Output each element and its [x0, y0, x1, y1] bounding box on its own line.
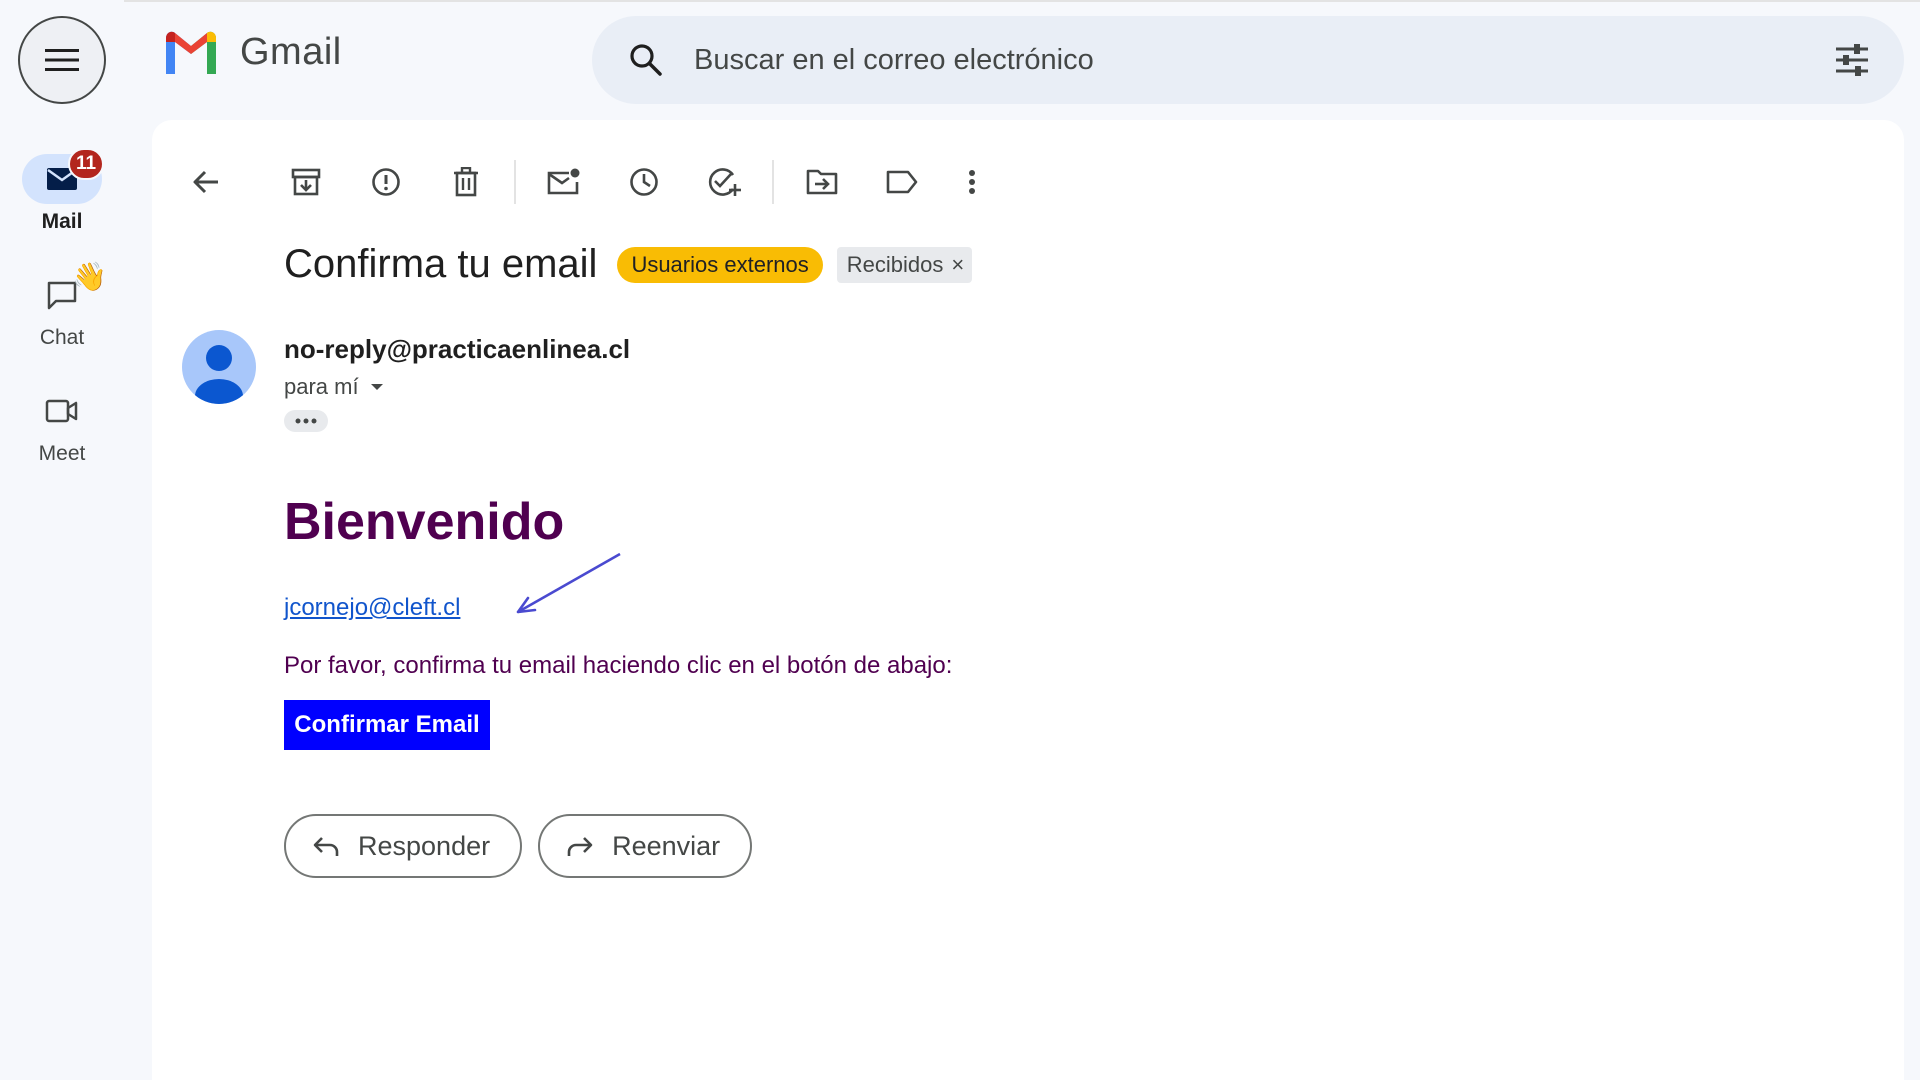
nav-pill-meet — [22, 386, 102, 436]
mark-unread-icon — [547, 168, 580, 195]
move-to-icon — [806, 169, 838, 195]
nav-pill-chat: 👋 — [22, 261, 107, 320]
reply-icon — [313, 837, 339, 856]
more-actions-button[interactable] — [942, 152, 1002, 212]
message-panel: Confirma tu email Usuarios externos Reci… — [152, 120, 1904, 1080]
message-toolbar — [176, 142, 1002, 222]
nav-item-meet[interactable]: Meet — [0, 386, 124, 466]
more-vert-icon — [969, 170, 975, 194]
search-button[interactable] — [614, 28, 678, 92]
archive-icon — [291, 168, 321, 196]
gmail-logo-text: Gmail — [240, 30, 342, 73]
forward-icon — [567, 837, 593, 856]
toolbar-divider — [514, 160, 516, 204]
delete-icon — [454, 167, 478, 197]
nav-label-chat: Chat — [39, 326, 85, 349]
recipient-email-link[interactable]: jcornejo@cleft.cl — [284, 594, 460, 622]
nav-label-meet: Meet — [38, 442, 86, 465]
delete-button[interactable] — [436, 152, 496, 212]
tune-icon — [1836, 44, 1868, 76]
report-spam-icon — [372, 168, 400, 196]
more-horiz-icon — [295, 418, 317, 424]
reply-actions: Responder Reenviar — [284, 814, 753, 878]
forward-label: Reenviar — [612, 830, 721, 861]
search-options-button[interactable] — [1820, 28, 1884, 92]
add-task-icon — [708, 168, 741, 196]
gmail-logo[interactable]: Gmail — [162, 30, 342, 74]
video-icon — [45, 399, 78, 423]
unread-count-badge: 11 — [68, 148, 105, 180]
main-menu-button[interactable] — [18, 16, 106, 104]
search-input[interactable] — [694, 30, 1820, 90]
nav-item-chat[interactable]: 👋 Chat — [0, 261, 124, 350]
back-icon — [193, 170, 218, 194]
label-chip-external-users[interactable]: Usuarios externos — [617, 246, 823, 283]
move-to-button[interactable] — [792, 152, 852, 212]
gmail-m-icon — [166, 31, 216, 74]
top-border — [0, 0, 1920, 2]
report-spam-button[interactable] — [356, 152, 416, 212]
nav-label-mail: Mail — [41, 210, 83, 233]
label-icon — [886, 170, 918, 194]
confirm-email-button[interactable]: Confirmar Email — [284, 700, 490, 750]
recipient-label: para mí — [284, 374, 359, 399]
toolbar-divider — [772, 160, 774, 204]
labels-button[interactable] — [872, 152, 932, 212]
navigation-rail: 11 Mail 👋 Chat Meet — [0, 0, 124, 1080]
recipient-details[interactable]: para mí — [284, 374, 385, 400]
sender-avatar[interactable] — [182, 330, 256, 404]
folder-chip-inbox[interactable]: Recibidos × — [836, 246, 973, 283]
annotation-arrow-icon — [516, 552, 621, 614]
mark-unread-button[interactable] — [534, 152, 594, 212]
caret-down-icon — [370, 384, 383, 390]
folder-chip-label: Recibidos — [846, 251, 944, 277]
back-button[interactable] — [176, 152, 236, 212]
email-subject: Confirma tu email — [284, 242, 598, 286]
add-task-button[interactable] — [694, 152, 754, 212]
search-bar — [592, 16, 1904, 104]
sender-address[interactable]: no-reply@practicaenlinea.cl — [284, 334, 630, 365]
nav-pill-mail: 11 — [22, 148, 105, 204]
reply-button[interactable]: Responder — [284, 814, 523, 878]
person-icon — [195, 345, 243, 404]
snooze-button[interactable] — [614, 152, 674, 212]
body-heading: Bienvenido — [284, 493, 565, 551]
reply-label: Responder — [358, 830, 491, 861]
nav-item-mail[interactable]: 11 Mail — [0, 148, 124, 234]
body-instruction: Por favor, confirma tu email haciendo cl… — [284, 652, 953, 679]
show-trimmed-content-button[interactable] — [284, 410, 328, 432]
snooze-icon — [630, 168, 658, 196]
search-icon — [630, 44, 662, 76]
forward-button[interactable]: Reenviar — [538, 814, 753, 878]
wave-emoji-icon: 👋 — [72, 261, 107, 292]
subject-row: Confirma tu email Usuarios externos Reci… — [284, 242, 973, 287]
archive-button[interactable] — [276, 152, 336, 212]
remove-label-icon[interactable]: × — [951, 252, 964, 278]
hamburger-icon — [45, 49, 79, 71]
